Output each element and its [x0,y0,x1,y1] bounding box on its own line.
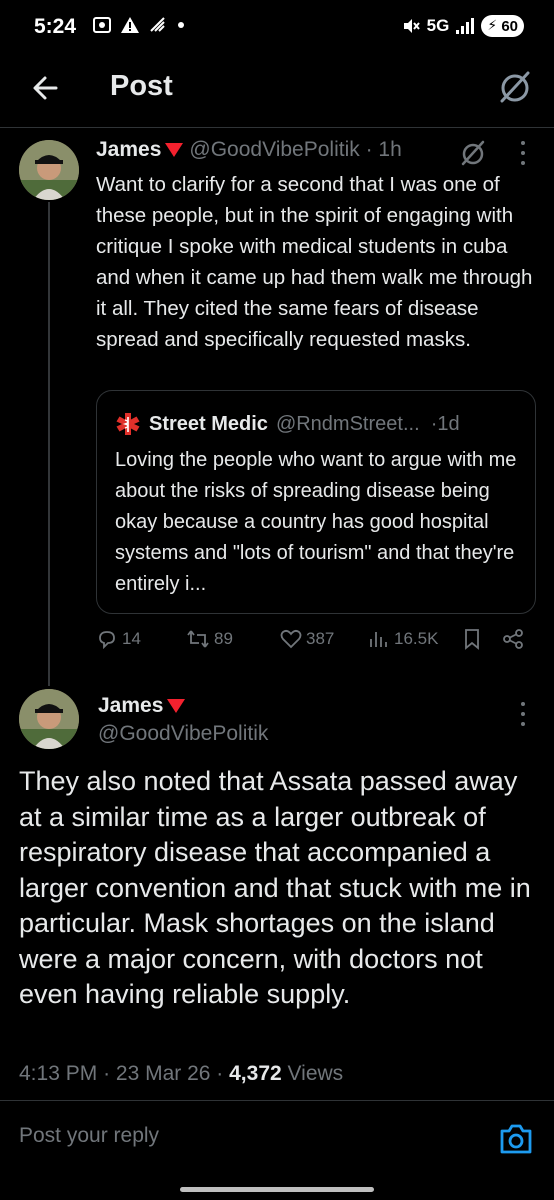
quote-author-handle: @RndmStreet... [275,412,420,435]
camera-button[interactable] [498,1122,534,1156]
signal-off-icon [150,17,165,32]
more-options-icon[interactable] [518,702,528,726]
separator-dot: · [359,138,379,161]
flag-icon [165,143,184,157]
like-button[interactable]: 387 [280,628,334,650]
repost-count: 89 [214,629,233,648]
mute-icon [403,19,420,33]
bookmark-button[interactable] [462,628,482,650]
post-meta: 4:13 PM · 23 Mar 26 · 4,372 Views [19,1062,343,1086]
grok-post-button[interactable] [458,138,488,168]
main-post-text: They also noted that Assata passed away … [19,766,531,1009]
post-date: 23 Mar 26 [115,1062,211,1085]
post-header: Post [0,56,554,128]
thread-line [48,202,50,686]
dot-icon [178,22,184,28]
quote-text: Loving the people who want to argue with… [115,449,517,595]
share-icon [503,629,523,649]
grok-icon [500,71,530,103]
repost-icon [187,630,209,648]
status-time: 5:24 [34,15,77,38]
quote-header: Street Medic @RndmStreet... · 1d [115,411,460,437]
flag-icon [167,699,186,713]
post-time: 1h [378,138,402,161]
grok-icon [461,140,485,166]
views-chart-icon [370,632,387,647]
page-title: Post [110,70,173,102]
status-bar: 5:24 5G ⚡ 60 [0,0,554,56]
battery-indicator: ⚡ 60 [481,15,524,37]
parent-post-header: James @GoodVibePolitik · 1h [96,138,402,162]
battery-level: 60 [501,17,518,35]
views-label: Views [287,1062,344,1085]
camera-icon [500,1124,532,1154]
avatar[interactable] [19,140,79,200]
views-button[interactable]: 16.5K [368,628,438,650]
home-indicator[interactable] [180,1187,374,1192]
separator-dot: · [103,1062,116,1085]
avatar[interactable] [19,689,79,749]
medic-logo-icon [116,413,140,435]
post-actions: 14 89 387 16.5K [96,628,536,660]
share-button[interactable] [502,628,524,650]
screenshot-icon [93,17,111,33]
quoted-post[interactable]: Street Medic @RndmStreet... · 1d Loving … [96,390,536,614]
bookmark-icon [465,629,479,650]
reply-input[interactable] [19,1124,459,1148]
back-arrow-icon [33,76,58,100]
charging-icon: ⚡ [487,17,498,33]
reply-icon [99,631,115,650]
back-button[interactable] [28,70,64,106]
views-count: 16.5K [394,629,439,648]
author-handle[interactable]: @GoodVibePolitik [98,722,268,746]
status-system-icons: 5G ⚡ 60 [401,15,524,37]
reply-count: 14 [122,629,141,648]
separator-dot: · [419,412,438,435]
main-author-name-row: James [98,694,191,718]
heart-icon [280,629,302,649]
more-options-icon[interactable] [518,141,528,165]
network-type: 5G [426,16,450,35]
quote-time: 1d [437,412,460,435]
status-notification-icons [92,15,186,35]
author-name[interactable]: James [96,138,161,162]
grok-button[interactable] [496,68,534,106]
author-handle[interactable]: @GoodVibePolitik [189,138,359,162]
author-name[interactable]: James [98,694,163,718]
divider [0,1100,554,1101]
reply-button[interactable]: 14 [96,628,141,650]
separator-dot: · [216,1062,230,1085]
post-time: 4:13 PM [19,1062,98,1085]
quote-author-name: Street Medic [149,412,268,435]
signal-bars-icon [456,18,475,34]
repost-button[interactable]: 89 [186,628,233,650]
warning-icon [121,17,139,33]
views-count: 4,372 [229,1062,282,1085]
post-text: Want to clarify for a second that I was … [96,173,533,351]
like-count: 387 [306,629,335,648]
